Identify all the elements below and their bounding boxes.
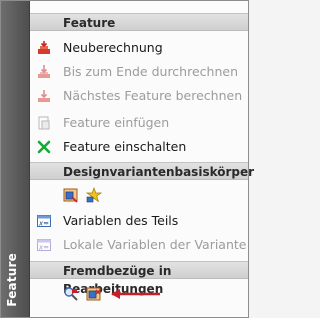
design-variant-body-button[interactable] [61,185,81,205]
calculate-to-end-icon [36,64,52,80]
menu-item-label: Lokale Variablen der Variante [63,237,247,252]
menu-content: Feature Neuberechnung Bis zum Ende durch… [30,1,254,317]
references-toolbar [30,282,248,306]
feature-context-menu: Feature Feature Neuberechnung Bis zum En… [0,0,254,318]
variables-icon: x= [36,213,52,229]
recalculate-icon [36,40,52,56]
sidebar-title: Feature [5,253,19,307]
calculate-next-icon [36,88,52,104]
menu-item-label: Feature einschalten [63,139,187,154]
green-x-icon [36,139,52,155]
menu-item-label: Neuberechnung [63,40,163,55]
svg-text:x=: x= [38,220,49,228]
menu-item-insert-feature[interactable]: Feature einfügen [30,111,248,135]
insert-feature-icon [36,115,52,131]
reference-search-button[interactable] [61,284,81,304]
red-arrow-indicator [111,289,160,299]
star-icon [86,187,102,203]
menu-item-label: Bis zum Ende durchrechnen [63,64,238,79]
reference-edit-icon [86,287,101,301]
menu-item-calculate-to-end[interactable]: Bis zum Ende durchrechnen [30,60,248,84]
menu-item-local-variables[interactable]: x= Lokale Variablen der Variante [30,233,248,257]
reference-search-icon [64,287,78,301]
menu-item-enable-feature[interactable]: Feature einschalten [30,135,248,159]
local-variables-icon: x= [36,237,52,253]
reference-edit-button[interactable] [84,284,104,304]
svg-text:x=: x= [38,244,49,252]
menu-item-recalculate[interactable]: Neuberechnung [30,36,248,60]
menu-item-calculate-next[interactable]: Nächstes Feature berechnen [30,84,248,108]
menu-item-label: Feature einfügen [63,115,170,130]
design-variant-body-icon [63,188,78,203]
section-header-references: Fremdbezüge in Bearbeitungen [30,261,248,296]
sidebar: Feature [1,1,30,317]
menu-item-label: Variablen des Teils [63,213,179,228]
section-header-feature: Feature [30,13,248,31]
section-header-design-variants: Designvariantenbasiskörper [30,162,254,180]
menu-item-part-variables[interactable]: x= Variablen des Teils [30,209,248,233]
design-variant-star-button[interactable] [84,185,104,205]
menu-item-label: Nächstes Feature berechnen [63,88,243,103]
design-variants-toolbar [30,183,248,207]
